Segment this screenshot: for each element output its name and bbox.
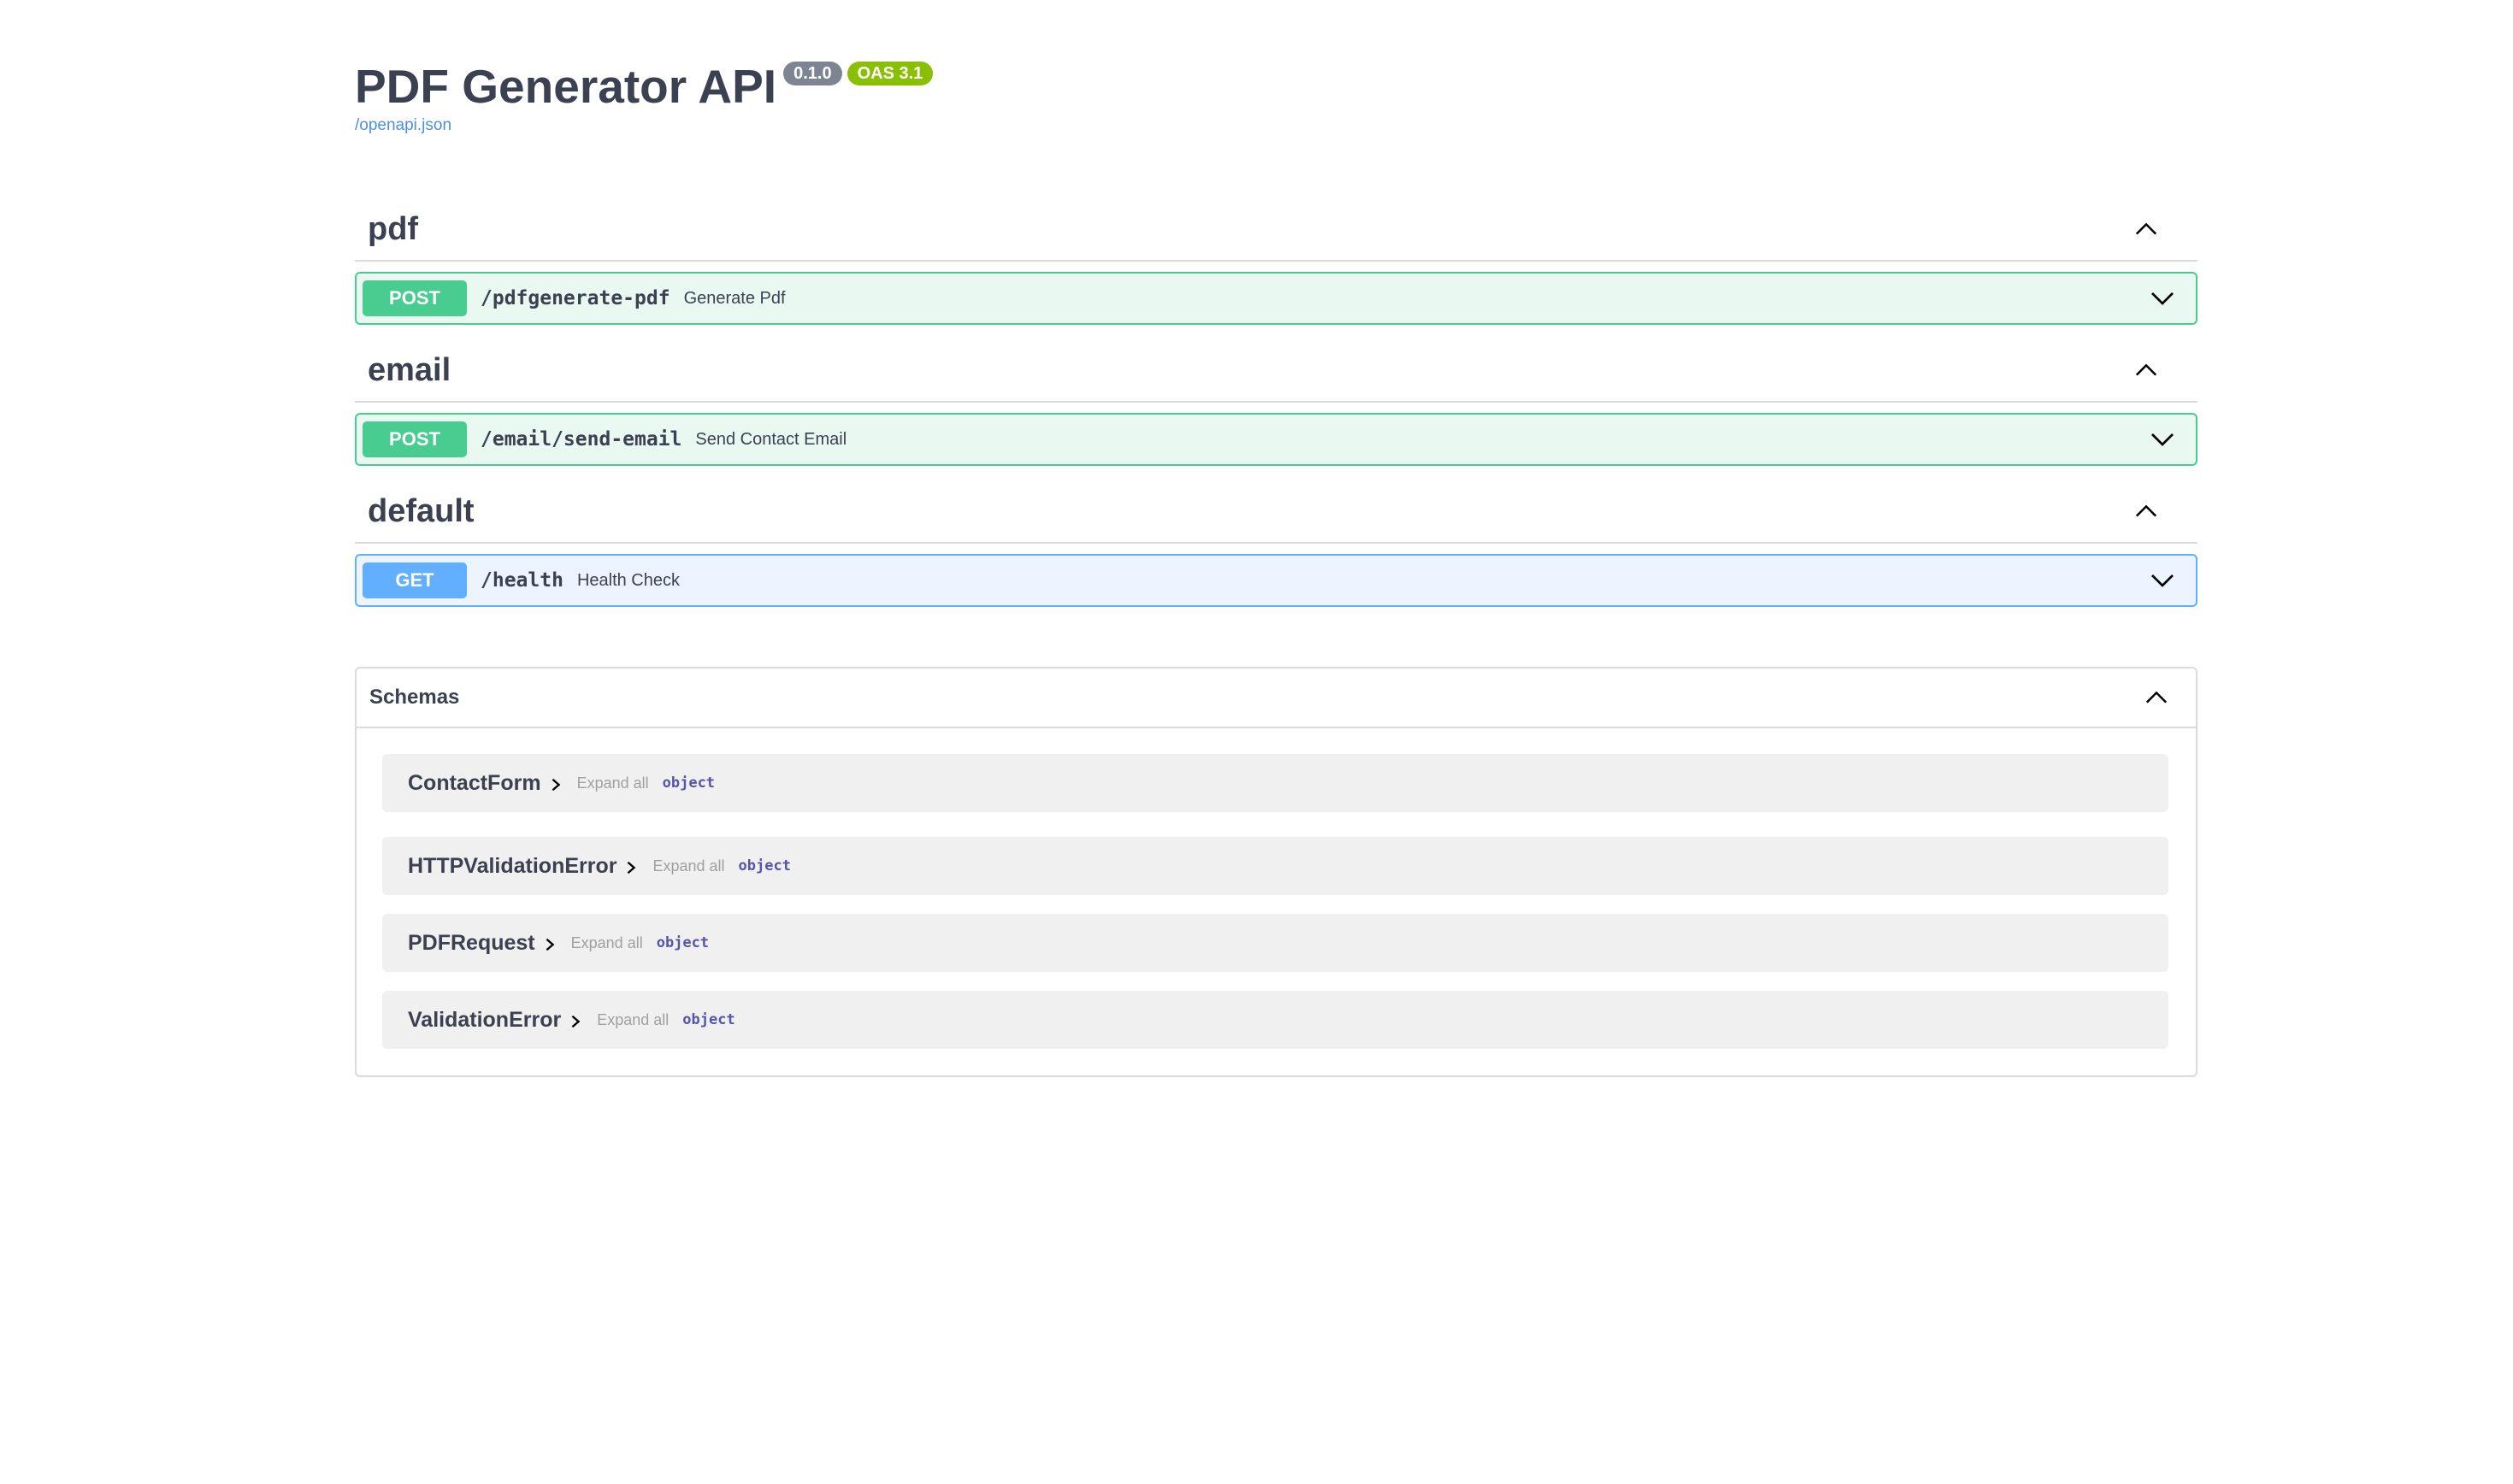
operation-post-email-send-email[interactable]: POST /email/send-email Send Contact Emai…	[355, 413, 2197, 466]
chevron-up-icon[interactable]	[2134, 499, 2158, 523]
expand-all-button[interactable]: Expand all	[652, 857, 724, 875]
model-name[interactable]: HTTPValidationError	[408, 854, 616, 879]
expand-all-button[interactable]: Expand all	[577, 774, 649, 792]
method-badge: POST	[363, 280, 467, 316]
model-name[interactable]: ValidationError	[408, 1008, 561, 1033]
tag-name: pdf	[368, 210, 419, 247]
swagger-ui-page: PDF Generator API 0.1.0 OAS 3.1 /openapi…	[0, 0, 2513, 1484]
chevron-right-icon[interactable]	[623, 860, 639, 875]
operation-path: /health	[481, 569, 563, 592]
chevron-right-icon[interactable]	[548, 777, 563, 792]
tag-section-email: email POST /email/send-email Send Contac…	[355, 339, 2197, 466]
chevron-up-icon[interactable]	[2144, 686, 2168, 710]
model-name[interactable]: ContactForm	[408, 771, 541, 796]
expand-all-button[interactable]: Expand all	[597, 1011, 669, 1029]
model-name[interactable]: PDFRequest	[408, 931, 535, 956]
chevron-up-icon[interactable]	[2134, 358, 2158, 382]
tag-section-pdf: pdf POST /pdfgenerate-pdf Generate Pdf	[355, 198, 2197, 325]
operation-path: /pdfgenerate-pdf	[481, 287, 670, 309]
openapi-json-link[interactable]: /openapi.json	[355, 116, 2197, 135]
oas-badge: OAS 3.1	[847, 62, 934, 85]
operation-summary: Generate Pdf	[683, 288, 786, 308]
chevron-down-icon[interactable]	[2150, 427, 2175, 452]
method-badge: POST	[363, 421, 467, 457]
schemas-section: Schemas ContactForm Expand all object HT…	[355, 667, 2197, 1077]
expand-all-button[interactable]: Expand all	[571, 934, 643, 952]
tag-header-default[interactable]: default	[355, 480, 2197, 544]
model-pdfrequest[interactable]: PDFRequest Expand all object	[382, 914, 2168, 972]
api-info: PDF Generator API 0.1.0 OAS 3.1 /openapi…	[355, 0, 2197, 161]
model-contactform[interactable]: ContactForm Expand all object	[382, 754, 2168, 812]
tag-header-email[interactable]: email	[355, 339, 2197, 403]
operation-post-pdfgenerate-pdf[interactable]: POST /pdfgenerate-pdf Generate Pdf	[355, 272, 2197, 325]
model-type: object	[662, 774, 716, 792]
operation-get-health[interactable]: GET /health Health Check	[355, 554, 2197, 607]
model-type: object	[682, 1011, 735, 1028]
chevron-up-icon[interactable]	[2134, 217, 2158, 241]
operation-summary: Health Check	[576, 570, 680, 590]
chevron-down-icon[interactable]	[2150, 568, 2175, 593]
model-httpvalidationerror[interactable]: HTTPValidationError Expand all object	[382, 837, 2168, 895]
title-row: PDF Generator API 0.1.0 OAS 3.1	[355, 58, 2197, 115]
model-validationerror[interactable]: ValidationError Expand all object	[382, 991, 2168, 1049]
tag-header-pdf[interactable]: pdf	[355, 198, 2197, 262]
chevron-right-icon[interactable]	[568, 1014, 583, 1029]
tag-name: default	[368, 492, 475, 529]
tag-section-default: default GET /health Health Check	[355, 480, 2197, 607]
chevron-down-icon[interactable]	[2150, 286, 2175, 311]
operation-summary: Send Contact Email	[695, 429, 847, 449]
method-badge: GET	[363, 562, 467, 598]
version-badge: 0.1.0	[783, 62, 842, 85]
model-type: object	[656, 934, 710, 951]
page-title: PDF Generator API	[355, 60, 777, 113]
operation-path: /email/send-email	[481, 428, 682, 450]
chevron-right-icon[interactable]	[542, 937, 557, 952]
model-type: object	[738, 857, 791, 874]
schemas-header[interactable]: Schemas	[357, 668, 2196, 728]
swagger-container: PDF Generator API 0.1.0 OAS 3.1 /openapi…	[355, 0, 2197, 1077]
tag-name: email	[368, 351, 451, 388]
schemas-title: Schemas	[369, 686, 460, 709]
